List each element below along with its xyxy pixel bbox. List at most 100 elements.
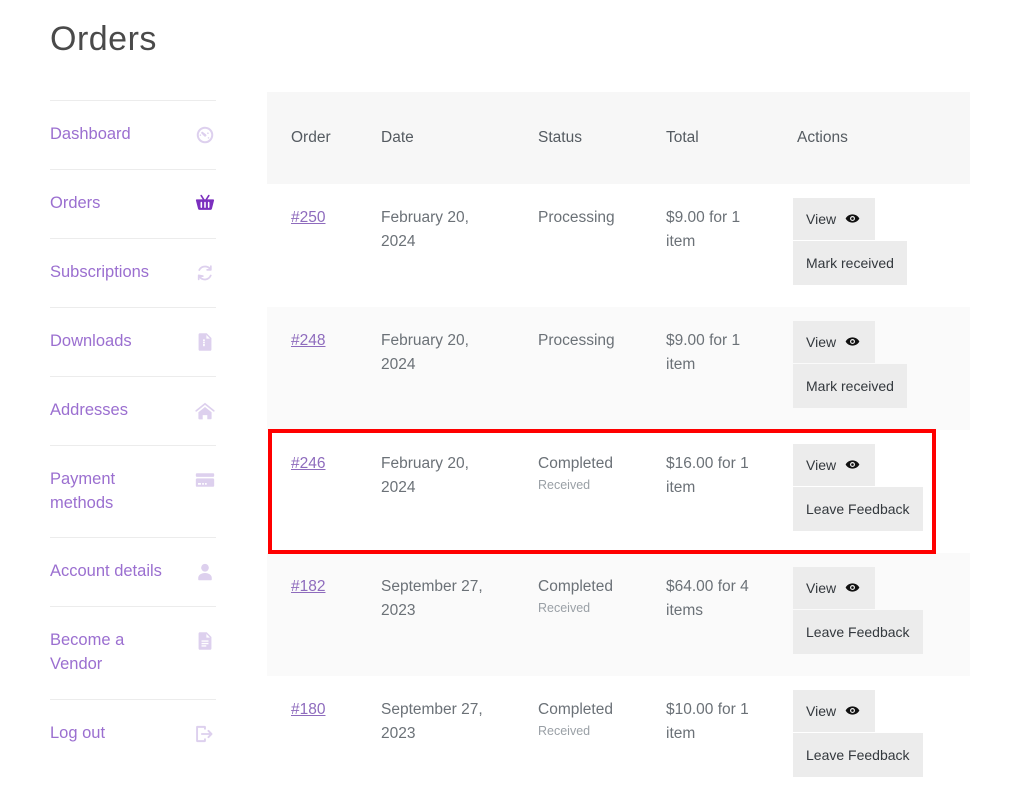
- cell-order: #250: [267, 184, 357, 307]
- credit-card-icon: [194, 469, 216, 491]
- sidebar-item-addresses[interactable]: Addresses: [50, 375, 216, 445]
- orders-table: Order Date Status Total Actions #250 Febr…: [267, 92, 970, 786]
- cell-status: Completed Received: [514, 553, 642, 676]
- status-sublabel: Received: [538, 600, 591, 615]
- view-button-label: View: [806, 456, 837, 473]
- eye-icon: [845, 457, 860, 472]
- view-button-label: View: [806, 579, 837, 596]
- secondary-action-row: Leave Feedback: [793, 486, 958, 531]
- refresh-icon: [194, 262, 216, 284]
- order-number-link[interactable]: #180: [291, 701, 325, 718]
- leave-feedback-button[interactable]: Leave Feedback: [793, 486, 923, 531]
- status-label: Completed: [538, 454, 613, 472]
- cell-order: #182: [267, 553, 357, 676]
- view-button-label: View: [806, 333, 837, 350]
- cell-actions: View Leave Feedback: [773, 676, 970, 786]
- cell-total: $16.00 for 1 item: [666, 454, 749, 496]
- cell-order: #180: [267, 676, 357, 786]
- cell-date: February 20, 2024: [381, 331, 469, 373]
- sidebar-item-become-a-vendor[interactable]: Become a Vendor: [50, 606, 216, 699]
- document-icon: [194, 630, 216, 652]
- cell-total: $10.00 for 1 item: [666, 700, 749, 742]
- action-button-group: View Leave Feedback: [793, 443, 958, 531]
- view-order-button[interactable]: View: [793, 197, 875, 240]
- status-label: Processing: [538, 331, 615, 349]
- cell-status: Completed Received: [514, 676, 642, 786]
- mark-received-button[interactable]: Mark received: [793, 363, 907, 408]
- cell-status: Completed Received: [514, 430, 642, 553]
- secondary-action-row: Leave Feedback: [793, 609, 958, 654]
- table-row: #182 September 27, 2023 Completed Received $…: [267, 552, 970, 676]
- basket-icon: [194, 193, 216, 215]
- cell-total: $9.00 for 1 item: [666, 331, 741, 373]
- cell-order: #248: [267, 307, 357, 430]
- table-row: #180 September 27, 2023 Completed Received $…: [267, 675, 970, 786]
- sidebar-item-label: Payment methods: [50, 469, 116, 512]
- sidebar-item-label: Addresses: [50, 400, 128, 419]
- mark-received-button-label: Mark received: [806, 377, 894, 394]
- eye-icon: [845, 211, 860, 226]
- view-order-button[interactable]: View: [793, 689, 875, 732]
- download-file-icon: [194, 331, 216, 353]
- order-number-link[interactable]: #246: [291, 455, 325, 472]
- status-label: Processing: [538, 208, 615, 226]
- sidebar-item-downloads[interactable]: Downloads: [50, 306, 216, 376]
- action-button-group: View Leave Feedback: [793, 689, 958, 777]
- cell-date: September 27, 2023: [381, 700, 483, 742]
- action-button-group: View Mark received: [793, 197, 958, 285]
- page-title: Orders: [50, 20, 157, 58]
- mark-received-button[interactable]: Mark received: [793, 240, 907, 285]
- order-number-link[interactable]: #248: [291, 332, 325, 349]
- leave-feedback-button-label: Leave Feedback: [806, 500, 910, 517]
- sidebar-item-subscriptions[interactable]: Subscriptions: [50, 237, 216, 307]
- sidebar-item-label: Dashboard: [50, 125, 131, 143]
- column-header-status: Status: [538, 129, 582, 146]
- column-header-actions: Actions: [797, 129, 848, 146]
- view-button-label: View: [806, 702, 837, 719]
- sidebar-item-label: Account details: [50, 562, 162, 581]
- table-body: #250 February 20, 2024 Processing $9.00 for…: [267, 183, 970, 786]
- order-number-link[interactable]: #250: [291, 209, 325, 226]
- cell-actions: View Leave Feedback: [773, 430, 970, 553]
- column-header-order: Order: [291, 129, 331, 146]
- secondary-action-row: Mark received: [793, 240, 958, 285]
- cell-total: $64.00 for 4 items: [666, 577, 749, 619]
- sidebar-item-log-out[interactable]: Log out: [50, 699, 216, 768]
- table-header: Order Date Status Total Actions: [267, 92, 970, 184]
- action-button-group: View Mark received: [793, 320, 958, 408]
- sidebar-item-orders[interactable]: Orders: [50, 168, 216, 238]
- sidebar-item-label: Downloads: [50, 331, 132, 350]
- status-label: Completed: [538, 700, 613, 718]
- sidebar-item-account-details[interactable]: Account details: [50, 537, 216, 606]
- cell-status: Processing: [514, 184, 642, 307]
- cell-total: $9.00 for 1 item: [666, 208, 741, 250]
- sidebar-item-payment-methods[interactable]: Payment methods: [50, 444, 216, 538]
- status-label: Completed: [538, 577, 613, 595]
- leave-feedback-button[interactable]: Leave Feedback: [793, 732, 923, 777]
- cell-order: #246: [267, 430, 357, 553]
- leave-feedback-button-label: Leave Feedback: [806, 623, 910, 640]
- action-button-group: View Leave Feedback: [793, 566, 958, 654]
- table-row: #248 February 20, 2024 Processing $9.00 for…: [267, 306, 970, 430]
- view-order-button[interactable]: View: [793, 320, 875, 363]
- sidebar-item-label: Become a Vendor: [50, 631, 125, 674]
- cell-date: February 20, 2024: [381, 454, 469, 496]
- order-number-link[interactable]: #182: [291, 578, 325, 595]
- eye-icon: [845, 334, 860, 349]
- table-header-row: Order Date Status Total Actions: [267, 92, 970, 184]
- column-header-total: Total: [666, 129, 699, 146]
- account-sidebar: Orders Dashboard Orders Subscriptions Downl…: [50, 0, 216, 768]
- mark-received-button-label: Mark received: [806, 254, 894, 271]
- view-order-button[interactable]: View: [793, 443, 875, 486]
- user-icon: [194, 561, 216, 583]
- leave-feedback-button[interactable]: Leave Feedback: [793, 609, 923, 654]
- cell-date: September 27, 2023: [381, 577, 483, 619]
- sidebar-item-dashboard[interactable]: Dashboard: [50, 100, 216, 169]
- sidebar-item-label: Log out: [50, 724, 106, 743]
- view-order-button[interactable]: View: [793, 566, 875, 609]
- status-sublabel: Received: [538, 723, 591, 738]
- secondary-action-row: Mark received: [793, 363, 958, 408]
- cell-date: February 20, 2024: [381, 208, 469, 250]
- sidebar-nav: Dashboard Orders Subscriptions Downloads Add…: [50, 100, 216, 768]
- cell-status: Processing: [514, 307, 642, 430]
